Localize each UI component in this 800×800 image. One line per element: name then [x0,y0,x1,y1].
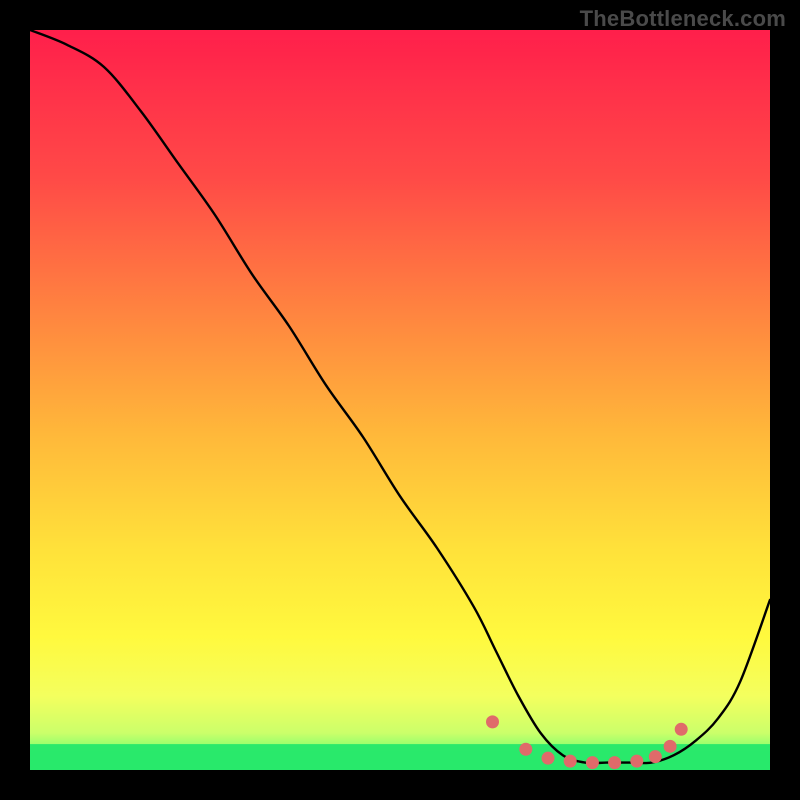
valley-dot [586,756,599,769]
valley-dot [649,750,662,763]
valley-dot [519,743,532,756]
chart-svg [30,30,770,770]
valley-dot [630,755,643,768]
plot-area [30,30,770,770]
valley-dot [564,755,577,768]
valley-dot [675,723,688,736]
chart-container: TheBottleneck.com [0,0,800,800]
valley-dot [664,740,677,753]
gradient-background [30,30,770,770]
attribution-label: TheBottleneck.com [580,6,786,32]
valley-dot [542,752,555,765]
valley-dot [486,715,499,728]
valley-dot [608,756,621,769]
